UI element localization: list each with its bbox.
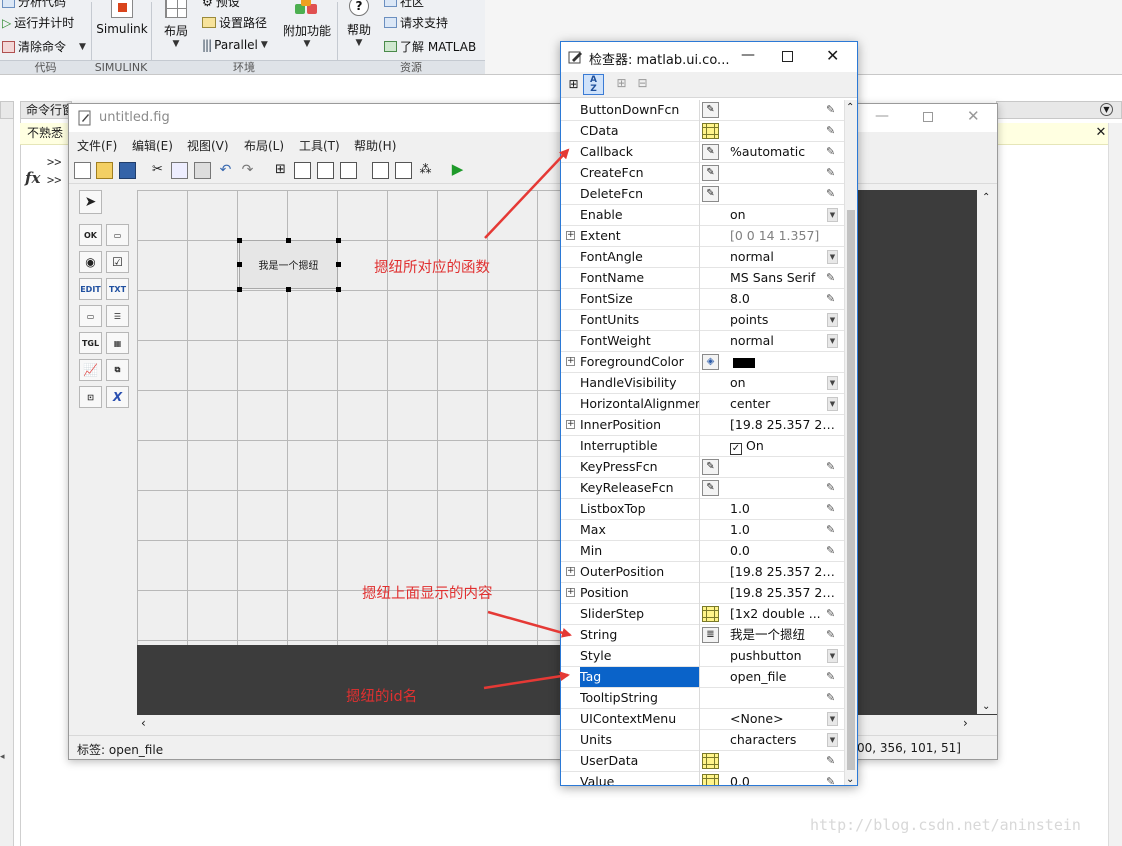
watermark: http://blog.csdn.net/aninstein	[810, 816, 1081, 834]
tag-annotation: 摁纽的id名	[346, 689, 418, 705]
tag-arrow	[483, 671, 570, 690]
callback-arrow	[484, 148, 570, 239]
string-annotation: 摁纽上面显示的内容	[362, 586, 493, 602]
string-arrow	[487, 610, 572, 638]
annotation-arrows	[483, 148, 572, 690]
callback-annotation: 摁纽所对应的函数	[374, 260, 490, 276]
